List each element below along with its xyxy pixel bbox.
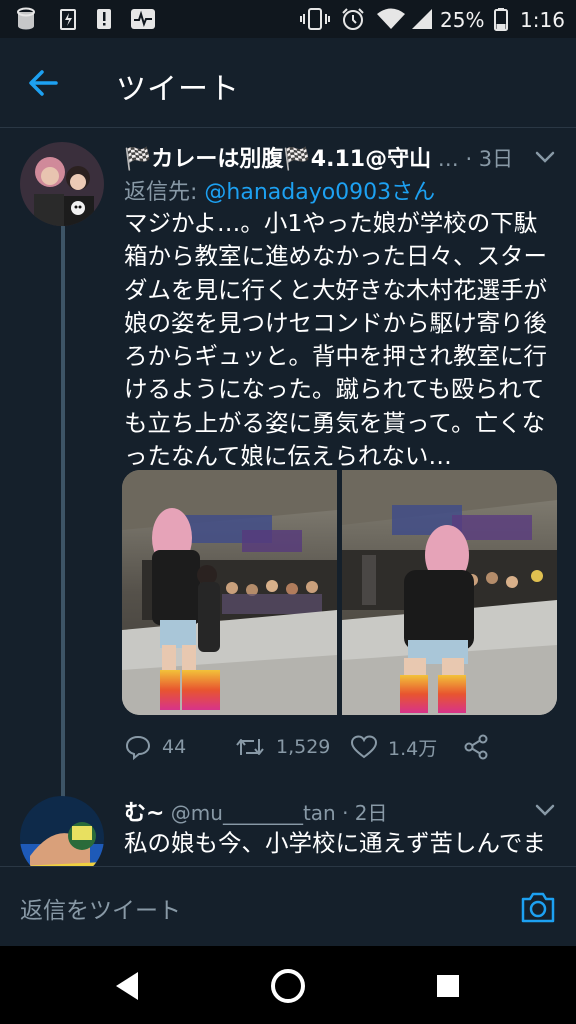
share-icon <box>464 734 488 760</box>
tweet-photo-1[interactable] <box>122 470 337 715</box>
author-handle: @mu________tan <box>164 801 336 825</box>
android-nav-bar <box>0 946 576 1024</box>
alarm-icon <box>342 8 364 30</box>
retweet-button[interactable]: 1,529 <box>234 730 330 764</box>
home-circle-icon[interactable] <box>266 964 310 1008</box>
like-count: 1.4万 <box>388 737 438 760</box>
reply-prefix: 返信先: <box>124 180 205 205</box>
status-bar: 25% 1:16 <box>0 0 576 38</box>
chevron-down-icon[interactable] <box>534 150 556 164</box>
tweet-text-line: ダムを見に行くと大好きな木村花選手が <box>124 275 547 304</box>
reply-bar: 返信をツイート <box>0 866 576 946</box>
tweet-text-line: ったなんて娘に伝えられない… <box>124 442 452 471</box>
like-button[interactable]: 1.4万 <box>350 730 437 764</box>
reply-to: 返信先: @hanadayo0903さん <box>124 174 435 206</box>
share-button[interactable] <box>462 730 490 764</box>
header: ツイート <box>0 38 576 128</box>
tweet-text-line: も立ち上がる姿に勇気を貰って。亡くな <box>124 408 546 437</box>
tweet-photo-2[interactable] <box>342 470 557 715</box>
tweet-media <box>122 470 557 715</box>
chevron-down-icon[interactable] <box>534 803 556 817</box>
page-title: ツイート <box>116 72 240 107</box>
reply-button[interactable]: 44 <box>124 730 186 764</box>
reply-author-line: む~ @mu________tan · 2日 <box>124 795 388 827</box>
name-ellipsis: … <box>431 147 459 171</box>
clock: 1:16 <box>520 8 565 32</box>
avatar[interactable] <box>20 142 104 226</box>
tweet-text-line: 娘の姿を見つけセコンドから駆け寄り後 <box>124 308 547 337</box>
reply-handle-link[interactable]: @hanadayo0903さん <box>204 180 435 205</box>
alert-icon <box>97 9 111 29</box>
tweet-text: マジかよ…。小1やった娘が学校の下駄 箱から教室に進めなかった日々、スター ダム… <box>124 207 556 473</box>
retweet-count: 1,529 <box>276 736 331 758</box>
author-name[interactable]: む~ <box>124 801 164 826</box>
reply-count: 44 <box>162 736 187 758</box>
tweet-time: · 2日 <box>335 801 388 825</box>
wifi-icon <box>377 8 405 29</box>
tweet-text-line: けるようになった。蹴られても殴られて <box>124 375 545 404</box>
signal-icon <box>412 9 432 29</box>
sim-icon <box>17 7 35 30</box>
tweet-author-line: 🏁カレーは別腹🏁4.11@守山 … · 3日 <box>124 141 524 173</box>
battery-percent: 25% <box>440 8 485 32</box>
retweet-icon <box>236 739 264 755</box>
author-name[interactable]: 🏁カレーは別腹🏁4.11@守山 <box>124 147 431 172</box>
vibrate-icon <box>300 8 330 30</box>
tweet-time: · 3日 <box>458 147 514 171</box>
reply-input[interactable]: 返信をツイート <box>20 891 181 925</box>
tweet-text-line: 箱から教室に進めなかった日々、スター <box>124 242 547 271</box>
no-flash-icon <box>60 9 76 30</box>
back-triangle-icon[interactable] <box>106 964 150 1008</box>
tweet-actions: 44 1,529 1.4万 <box>124 730 564 764</box>
reply-icon <box>125 735 151 761</box>
activity-icon <box>131 9 155 29</box>
tweet-text-line: マジかよ…。小1やった娘が学校の下駄 <box>124 209 538 237</box>
camera-icon[interactable] <box>518 887 558 927</box>
reply-tweet-text: 私の娘も今、小学校に通えず苦しんでま <box>124 829 546 857</box>
battery-icon <box>494 8 508 31</box>
heart-icon <box>350 735 378 759</box>
arrow-left-icon <box>29 70 58 96</box>
back-button[interactable] <box>18 60 70 106</box>
tweet-text-line: ろからギュッと。背中を押され教室に行 <box>124 342 547 371</box>
recents-square-icon[interactable] <box>426 964 470 1008</box>
thread-line <box>61 226 65 798</box>
